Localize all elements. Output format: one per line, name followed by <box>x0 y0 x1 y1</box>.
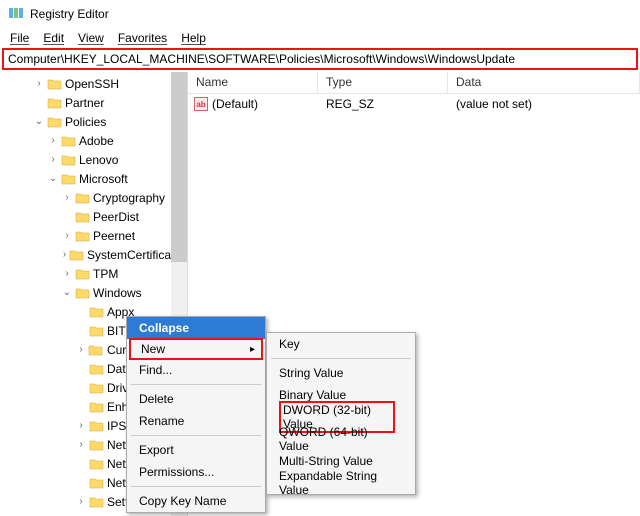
tree-lenovo[interactable]: ›Lenovo <box>4 150 187 169</box>
folder-icon <box>74 286 90 300</box>
folder-icon <box>60 153 76 167</box>
folder-icon <box>46 115 62 129</box>
folder-icon <box>69 248 84 262</box>
tree-peernet[interactable]: ›Peernet <box>4 226 187 245</box>
ctx-rename[interactable]: Rename <box>127 410 265 432</box>
folder-icon <box>88 495 104 509</box>
col-data[interactable]: Data <box>448 72 640 93</box>
tree-openssh[interactable]: ›OpenSSH <box>4 74 187 93</box>
ctx-permissions[interactable]: Permissions... <box>127 461 265 483</box>
ctx-new[interactable]: New▸ <box>129 338 263 360</box>
scrollbar-thumb[interactable] <box>171 72 187 262</box>
regedit-icon <box>8 6 24 22</box>
folder-icon <box>88 400 104 414</box>
separator <box>271 358 411 359</box>
separator <box>131 486 261 487</box>
tree-adobe[interactable]: ›Adobe <box>4 131 187 150</box>
folder-icon <box>88 324 104 338</box>
col-type[interactable]: Type <box>318 72 448 93</box>
folder-icon <box>88 343 104 357</box>
folder-icon <box>74 229 90 243</box>
ctx-new-qword[interactable]: QWORD (64-bit) Value <box>267 428 415 450</box>
context-submenu-new: Key String Value Binary Value DWORD (32-… <box>266 332 416 495</box>
folder-icon <box>46 77 62 91</box>
tree-policies[interactable]: ⌄Policies <box>4 112 187 131</box>
ctx-collapse[interactable]: Collapse <box>127 317 265 339</box>
ctx-copy-key-name[interactable]: Copy Key Name <box>127 490 265 512</box>
submenu-arrow-icon: ▸ <box>250 344 255 355</box>
folder-icon <box>74 210 90 224</box>
separator <box>131 435 261 436</box>
menu-file[interactable]: File <box>4 29 35 47</box>
folder-icon <box>88 305 104 319</box>
tree-peerdist[interactable]: PeerDist <box>4 207 187 226</box>
ctx-delete[interactable]: Delete <box>127 388 265 410</box>
tree-systemcertificates[interactable]: ›SystemCertificates <box>4 245 187 264</box>
col-name[interactable]: Name <box>188 72 318 93</box>
folder-icon <box>46 96 62 110</box>
value-row-default[interactable]: ab(Default) REG_SZ (value not set) <box>188 94 640 114</box>
folder-icon <box>74 267 90 281</box>
string-value-icon: ab <box>194 97 208 111</box>
tree-windows[interactable]: ⌄Windows <box>4 283 187 302</box>
folder-icon <box>74 191 90 205</box>
folder-icon <box>88 457 104 471</box>
folder-icon <box>88 438 104 452</box>
menu-favorites[interactable]: Favorites <box>112 29 173 47</box>
menu-bar: File Edit View Favorites Help <box>0 28 640 48</box>
ctx-export[interactable]: Export <box>127 439 265 461</box>
tree-tpm[interactable]: ›TPM <box>4 264 187 283</box>
ctx-new-string[interactable]: String Value <box>267 362 415 384</box>
titlebar: Registry Editor <box>0 0 640 28</box>
menu-edit[interactable]: Edit <box>37 29 70 47</box>
tree-partner[interactable]: Partner <box>4 93 187 112</box>
menu-help[interactable]: Help <box>175 29 212 47</box>
menu-view[interactable]: View <box>72 29 110 47</box>
folder-icon <box>88 362 104 376</box>
folder-icon <box>88 419 104 433</box>
tree-microsoft[interactable]: ⌄Microsoft <box>4 169 187 188</box>
ctx-new-key[interactable]: Key <box>267 333 415 355</box>
separator <box>131 384 261 385</box>
column-headers: Name Type Data <box>188 72 640 94</box>
ctx-find[interactable]: Find... <box>127 359 265 381</box>
tree-cryptography[interactable]: ›Cryptography <box>4 188 187 207</box>
ctx-new-expandstring[interactable]: Expandable String Value <box>267 472 415 494</box>
context-menu: Collapse New▸ Find... Delete Rename Expo… <box>126 316 266 513</box>
folder-icon <box>88 476 104 490</box>
folder-icon <box>88 381 104 395</box>
address-bar[interactable]: Computer\HKEY_LOCAL_MACHINE\SOFTWARE\Pol… <box>2 48 638 70</box>
window-title: Registry Editor <box>30 7 109 21</box>
address-text: Computer\HKEY_LOCAL_MACHINE\SOFTWARE\Pol… <box>8 52 515 66</box>
folder-icon <box>60 134 76 148</box>
folder-icon <box>60 172 76 186</box>
